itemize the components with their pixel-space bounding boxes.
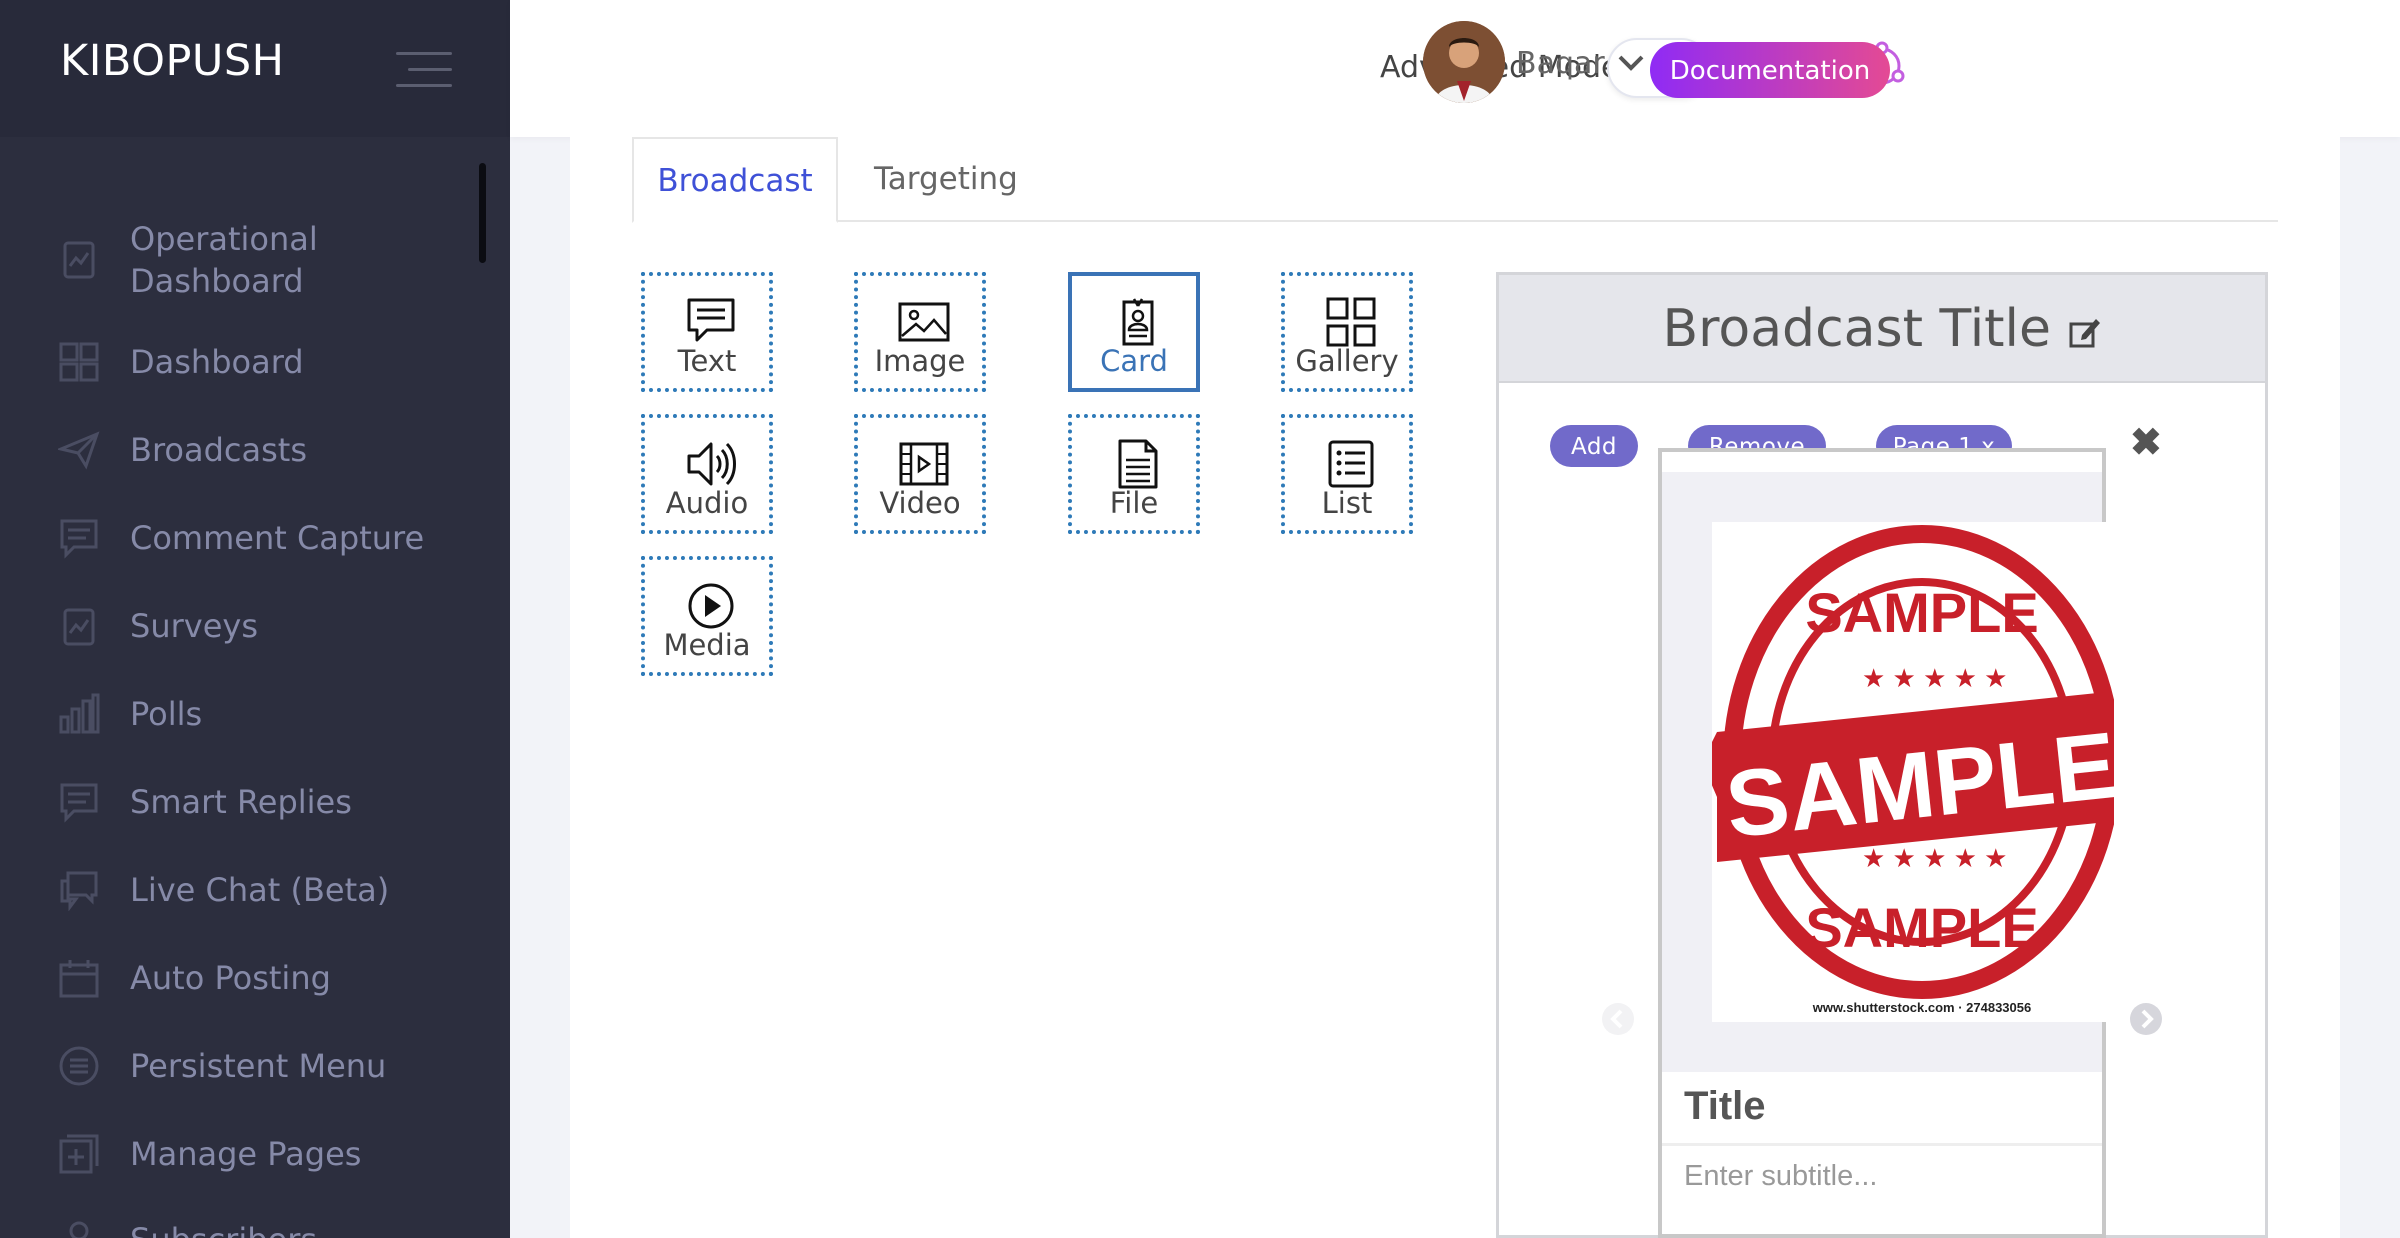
documentation-button[interactable]: Documentation: [1650, 42, 1890, 98]
component-label: Audio: [665, 486, 749, 520]
sidebar: KIBOPUSH Operational Dashboard Dashboard…: [0, 0, 510, 1238]
sidebar-item-label: Broadcasts: [130, 431, 307, 469]
sidebar-item-auto-posting[interactable]: Auto Posting: [0, 957, 510, 999]
grid-icon: [59, 342, 99, 382]
broadcast-title[interactable]: Broadcast Title: [1662, 299, 2051, 359]
stamp-text-bottom: SAMPLE: [1805, 896, 2038, 959]
component-video-button[interactable]: Video: [854, 414, 986, 534]
sidebar-item-label: Persistent Menu: [130, 1047, 387, 1085]
sidebar-item-live-chat[interactable]: Live Chat (Beta): [0, 869, 510, 911]
edit-icon[interactable]: [2068, 315, 2102, 349]
component-label: Card: [1100, 344, 1168, 378]
stamp-text-top: SAMPLE: [1805, 581, 2038, 644]
image-icon: [898, 302, 950, 342]
sample-stamp-image: SAMPLE ★ ★ ★ ★ ★ SAMPLE ★ ★ ★ ★ ★ SAMPLE…: [1702, 522, 2121, 1022]
sidebar-item-surveys[interactable]: Surveys: [0, 605, 510, 647]
sidebar-item-label: Manage Pages: [130, 1135, 362, 1173]
component-label: Gallery: [1295, 344, 1399, 378]
clipboard-icon: [63, 608, 95, 646]
file-icon: [1118, 439, 1158, 489]
add-page-icon: [59, 1134, 99, 1174]
close-icon[interactable]: ✖: [2130, 420, 2162, 465]
chevron-left-icon[interactable]: [1600, 1001, 1636, 1037]
gallery-grid-icon: [1326, 297, 1376, 347]
clipboard-chart-icon: [63, 241, 95, 279]
hamburger-menu-icon[interactable]: [396, 52, 452, 88]
comment-icon: [60, 519, 98, 559]
menu-circle-icon: [59, 1046, 99, 1086]
component-label: Text: [677, 344, 737, 378]
component-image-button[interactable]: Image: [854, 272, 986, 392]
chat-icon: [60, 783, 98, 823]
sidebar-item-label: Dashboard: [130, 343, 304, 381]
stamp-credit: www.shutterstock.com · 274833056: [1812, 1000, 2031, 1015]
component-text-button[interactable]: Text: [641, 272, 773, 392]
sidebar-item-persistent-menu[interactable]: Persistent Menu: [0, 1045, 510, 1087]
preview-title-wrap: Broadcast Title: [1499, 299, 2265, 359]
text-bubble-icon: [687, 298, 735, 342]
component-list-button[interactable]: List: [1281, 414, 1413, 534]
svg-text:★ ★ ★ ★ ★: ★ ★ ★ ★ ★: [1862, 663, 2007, 693]
sidebar-item-manage-pages[interactable]: Manage Pages: [0, 1133, 510, 1175]
component-label: List: [1321, 486, 1373, 520]
chevron-down-icon[interactable]: [1616, 48, 1646, 78]
component-label: Video: [879, 486, 961, 520]
user-icon: [69, 1221, 89, 1238]
sidebar-item-polls[interactable]: Polls: [0, 693, 510, 735]
brand-bar: KIBOPUSH: [0, 0, 510, 137]
component-card-button[interactable]: Card: [1068, 272, 1200, 392]
component-label: Image: [874, 344, 966, 378]
component-audio-button[interactable]: Audio: [641, 414, 773, 534]
paper-plane-icon: [58, 431, 100, 470]
sidebar-item-label: Auto Posting: [130, 959, 331, 997]
component-label: File: [1109, 486, 1159, 520]
sidebar-item-operational-dashboard[interactable]: Operational Dashboard: [0, 218, 510, 302]
card-subtitle-input[interactable]: Enter subtitle...: [1684, 1160, 1877, 1193]
card-icon: [1122, 298, 1154, 346]
sidebar-item-label: Smart Replies: [130, 783, 352, 821]
tab-targeting[interactable]: Targeting: [874, 137, 1018, 221]
sidebar-item-smart-replies[interactable]: Smart Replies: [0, 781, 510, 823]
brand-logo: KIBOPUSH: [60, 36, 285, 86]
preview-header: Broadcast Title: [1499, 275, 2265, 383]
play-circle-icon: [688, 583, 734, 629]
sidebar-item-label: Comment Capture: [130, 519, 425, 557]
component-file-button[interactable]: File: [1068, 414, 1200, 534]
user-photo-icon: [1423, 21, 1505, 103]
svg-text:★ ★ ★ ★ ★: ★ ★ ★ ★ ★: [1862, 843, 2007, 873]
sidebar-item-label: Subscribers: [130, 1219, 317, 1238]
component-label: Media: [663, 628, 751, 662]
sidebar-item-broadcasts[interactable]: Broadcasts: [0, 429, 510, 471]
sidebar-item-label: Live Chat (Beta): [130, 871, 390, 909]
chevron-right-icon[interactable]: [2128, 1001, 2164, 1037]
sidebar-item-label: Operational: [130, 220, 318, 258]
speaker-icon: [687, 442, 736, 486]
avatar[interactable]: [1423, 21, 1505, 103]
list-icon: [1328, 440, 1374, 488]
add-card-button[interactable]: Add: [1550, 425, 1638, 467]
calendar-icon: [59, 960, 99, 998]
component-media-button[interactable]: Media: [641, 556, 773, 676]
chat-multi-icon: [60, 871, 98, 911]
bar-chart-icon: [59, 693, 100, 734]
username[interactable]: Baqar: [1516, 46, 1605, 81]
sidebar-item-dashboard[interactable]: Dashboard: [0, 341, 510, 383]
top-header: Advanced Mode Baqar Documentation: [510, 0, 2400, 137]
sidebar-item-comment-capture[interactable]: Comment Capture: [0, 517, 510, 559]
sidebar-item-label: Dashboard: [130, 262, 304, 300]
sidebar-item-subscribers[interactable]: Subscribers: [0, 1219, 510, 1238]
tab-broadcast[interactable]: Broadcast: [632, 137, 838, 223]
card-image[interactable]: SAMPLE ★ ★ ★ ★ ★ SAMPLE ★ ★ ★ ★ ★ SAMPLE…: [1702, 522, 2121, 1022]
sidebar-item-label: Polls: [130, 695, 203, 733]
component-gallery-button[interactable]: Gallery: [1281, 272, 1413, 392]
card-title[interactable]: Title: [1684, 1084, 1766, 1129]
card-divider: [1662, 1143, 2102, 1146]
sidebar-item-label: Surveys: [130, 607, 258, 645]
film-icon: [899, 442, 949, 486]
